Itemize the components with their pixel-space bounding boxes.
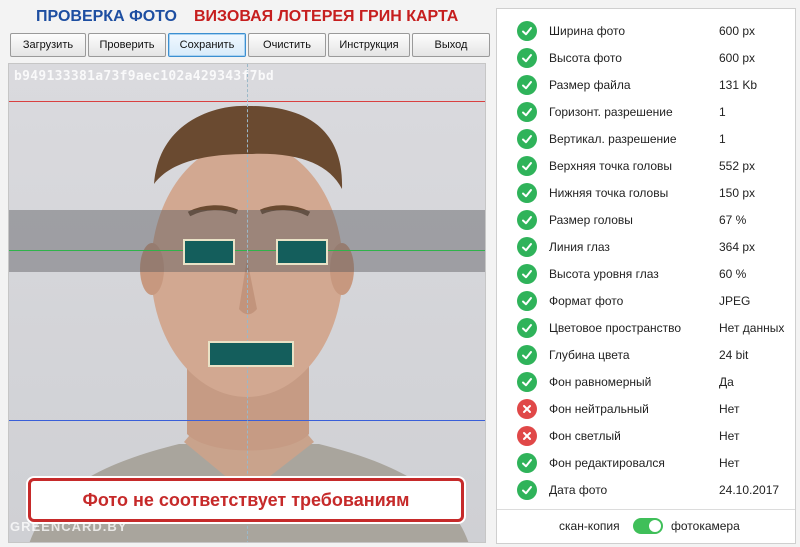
check-row: Ширина фото 600 px — [497, 17, 797, 44]
center-guide-line — [247, 64, 248, 542]
check-value: Нет — [719, 401, 740, 416]
warning-banner: Фото не соответствует требованиям — [28, 478, 464, 522]
toggle-knob — [649, 520, 661, 532]
checks-panel: Ширина фото 600 px Высота фото 600 px Размер… — [496, 8, 796, 544]
check-row: Размер головы 67 % — [497, 206, 797, 233]
check-value: 131 Kb — [719, 77, 758, 92]
check-circle-icon — [517, 155, 537, 176]
check-row: Цветовое пространство Нет данных — [497, 314, 797, 341]
check-value: Да — [719, 374, 734, 389]
check-circle-icon — [517, 128, 537, 149]
check-label: Фон нейтральный — [549, 401, 649, 416]
left-eye-mask — [183, 239, 235, 265]
check-label: Нижняя точка головы — [549, 185, 669, 200]
check-circle-icon — [517, 209, 537, 230]
camera-label: фотокамера — [671, 519, 740, 533]
check-value: 24 bit — [719, 347, 749, 362]
check-value: 24.10.2017 — [719, 482, 780, 497]
exit-button[interactable]: Выход — [412, 33, 490, 57]
check-circle-icon — [517, 101, 537, 122]
check-value: 150 px — [719, 185, 756, 200]
check-row: Размер файла 131 Kb — [497, 71, 797, 98]
check-label: Размер головы — [549, 212, 633, 227]
check-circle-icon — [517, 20, 537, 41]
photo-hash: b949133381a73f9aec102a429343f7bd — [14, 69, 275, 84]
check-label: Глубина цвета — [549, 347, 630, 362]
check-label: Цветовое пространство — [549, 320, 682, 335]
check-circle-icon — [517, 371, 537, 392]
check-row: Фон нейтральный Нет — [497, 395, 797, 422]
instructions-button[interactable]: Инструкция — [328, 33, 410, 57]
cross-circle-icon — [517, 398, 537, 419]
check-value: 60 % — [719, 266, 747, 281]
check-value: 364 px — [719, 239, 756, 254]
source-toggle-bar: скан-копия фотокамера — [497, 509, 795, 543]
check-label: Высота уровня глаз — [549, 266, 659, 281]
check-label: Дата фото — [549, 482, 608, 497]
check-row: Глубина цвета 24 bit — [497, 341, 797, 368]
check-button[interactable]: Проверить — [88, 33, 166, 57]
check-value: JPEG — [719, 293, 751, 308]
mouth-mask — [208, 341, 294, 367]
check-row: Фон равномерный Да — [497, 368, 797, 395]
check-circle-icon — [517, 452, 537, 473]
check-value: Нет данных — [719, 320, 785, 335]
check-circle-icon — [517, 74, 537, 95]
cross-circle-icon — [517, 425, 537, 446]
check-value: 600 px — [719, 23, 756, 38]
check-row: Верхняя точка головы 552 px — [497, 152, 797, 179]
title-photo-check: ПРОВЕРКА ФОТО — [36, 8, 177, 25]
check-row: Горизонт. разрешение 1 — [497, 98, 797, 125]
check-label: Фон редактировался — [549, 455, 665, 470]
check-circle-icon — [517, 236, 537, 257]
check-row: Дата фото 24.10.2017 — [497, 476, 797, 503]
check-label: Фон равномерный — [549, 374, 652, 389]
check-label: Линия глаз — [549, 239, 610, 254]
clear-button[interactable]: Очистить — [248, 33, 326, 57]
check-label: Вертикал. разрешение — [549, 131, 677, 146]
title-green-card: ВИЗОВАЯ ЛОТЕРЕЯ ГРИН КАРТА — [194, 8, 459, 25]
toolbar: Загрузить Проверить Сохранить Очистить И… — [10, 33, 490, 57]
check-value: Нет — [719, 428, 740, 443]
check-label: Высота фото — [549, 50, 622, 65]
check-circle-icon — [517, 479, 537, 500]
load-button[interactable]: Загрузить — [10, 33, 86, 57]
check-label: Ширина фото — [549, 23, 626, 38]
checks-list: Ширина фото 600 px Высота фото 600 px Размер… — [497, 17, 797, 503]
check-circle-icon — [517, 317, 537, 338]
photo-preview: b949133381a73f9aec102a429343f7bd — [8, 63, 486, 543]
check-label: Верхняя точка головы — [549, 158, 673, 173]
save-button[interactable]: Сохранить — [168, 33, 246, 57]
check-label: Формат фото — [549, 293, 624, 308]
watermark: GREENCARD.BY — [10, 519, 128, 534]
check-label: Размер файла — [549, 77, 631, 92]
right-eye-mask — [276, 239, 328, 265]
check-circle-icon — [517, 344, 537, 365]
check-row: Нижняя точка головы 150 px — [497, 179, 797, 206]
check-value: 67 % — [719, 212, 747, 227]
scan-copy-label: скан-копия — [559, 519, 620, 533]
header: ПРОВЕРКА ФОТО ВИЗОВАЯ ЛОТЕРЕЯ ГРИН КАРТА — [0, 0, 492, 32]
check-label: Фон светлый — [549, 428, 621, 443]
check-row: Высота уровня глаз 60 % — [497, 260, 797, 287]
check-value: 552 px — [719, 158, 756, 173]
check-circle-icon — [517, 263, 537, 284]
check-row: Линия глаз 364 px — [497, 233, 797, 260]
source-toggle[interactable] — [633, 518, 663, 534]
check-circle-icon — [517, 47, 537, 68]
check-value: 1 — [719, 131, 726, 146]
check-value: 1 — [719, 104, 726, 119]
check-row: Вертикал. разрешение 1 — [497, 125, 797, 152]
check-row: Высота фото 600 px — [497, 44, 797, 71]
app-window: ПРОВЕРКА ФОТО ВИЗОВАЯ ЛОТЕРЕЯ ГРИН КАРТА… — [0, 0, 800, 547]
check-row: Фон светлый Нет — [497, 422, 797, 449]
check-circle-icon — [517, 182, 537, 203]
check-value: 600 px — [719, 50, 756, 65]
check-circle-icon — [517, 290, 537, 311]
check-label: Горизонт. разрешение — [549, 104, 673, 119]
check-row: Фон редактировался Нет — [497, 449, 797, 476]
check-row: Формат фото JPEG — [497, 287, 797, 314]
check-value: Нет — [719, 455, 740, 470]
